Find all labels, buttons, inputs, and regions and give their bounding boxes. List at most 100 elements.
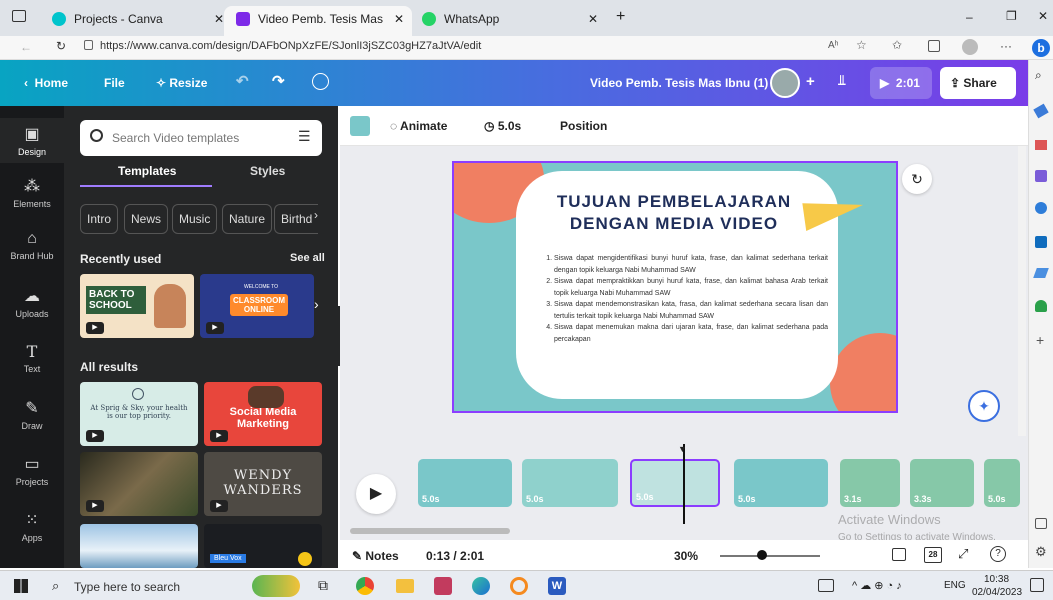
timeline-frame-selected[interactable]: 5.0s <box>630 459 720 507</box>
recent-template-classroom-online[interactable]: WELCOME TO CLASSROOM ONLINE ▶ <box>200 274 314 338</box>
close-window-button[interactable]: ✕ <box>1038 9 1048 23</box>
zoom-slider-knob[interactable] <box>757 550 767 560</box>
timeline-frame[interactable]: 3.1s <box>840 459 900 507</box>
fullscreen-icon[interactable]: ⤢ <box>958 546 968 562</box>
result-nature-portrait[interactable]: ▶ <box>80 452 198 516</box>
weather-frog-icon[interactable] <box>252 575 300 597</box>
timeline-frame[interactable]: 3.3s <box>910 459 974 507</box>
chip-nature[interactable]: Nature <box>222 204 273 234</box>
chip-birthday[interactable]: Birthd <box>274 204 319 234</box>
close-tab-icon[interactable]: ✕ <box>588 6 598 32</box>
add-collaborator-icon[interactable]: + <box>806 73 815 90</box>
office-icon[interactable] <box>1035 202 1047 214</box>
recent-template-back-to-school[interactable]: BACK TO SCHOOL ▶ <box>80 274 194 338</box>
keyboard-icon[interactable] <box>818 579 834 592</box>
games-icon[interactable] <box>1035 170 1047 182</box>
chips-next-icon[interactable]: › <box>314 208 318 222</box>
playhead[interactable] <box>683 444 685 524</box>
refresh-suggestion-icon[interactable]: ↻ <box>902 164 932 194</box>
word-icon[interactable]: W <box>548 577 566 595</box>
language-indicator[interactable]: ENG <box>944 580 966 591</box>
result-wendy-wanders[interactable]: WENDY WANDERS ▶ <box>204 452 322 516</box>
home-button[interactable]: ‹ Home <box>24 76 68 90</box>
vertical-scrollbar[interactable] <box>1018 146 1026 436</box>
filter-icon[interactable]: ☰ <box>298 128 311 145</box>
timeline-frame[interactable]: 5.0s <box>984 459 1020 507</box>
send-icon[interactable] <box>1033 268 1049 278</box>
play-button[interactable]: ▶ <box>356 474 396 514</box>
carousel-next-icon[interactable]: › <box>314 296 319 312</box>
tab-actions-icon[interactable] <box>12 10 26 22</box>
result-glacier[interactable] <box>80 524 198 568</box>
tray-icons[interactable]: ^ ☁ ⊕ ◔ ♪ <box>852 579 902 592</box>
search-icon[interactable]: ⌕ <box>1035 68 1042 83</box>
result-social-media[interactable]: Social Media Marketing ▶ <box>204 382 322 446</box>
search-app-icon[interactable] <box>510 577 528 595</box>
result-sprig-sky[interactable]: At Sprig & Sky, your health is our top p… <box>80 382 198 446</box>
collections-icon[interactable] <box>928 40 940 52</box>
notes-button[interactable]: ✎ Notes <box>352 549 399 563</box>
tab-templates[interactable]: Templates <box>118 164 176 178</box>
play-button[interactable]: ▶ 2:01 <box>870 67 932 99</box>
rail-uploads[interactable]: ☁ Uploads <box>0 286 64 319</box>
help-icon[interactable]: ? <box>990 546 1006 562</box>
shopping-icon[interactable] <box>1033 103 1049 119</box>
minimize-button[interactable]: – <box>966 10 973 24</box>
zoom-percent[interactable]: 30% <box>674 549 698 563</box>
rail-projects[interactable]: ▭ Projects <box>0 454 64 487</box>
redo-icon[interactable]: ↷ <box>272 72 285 90</box>
tab-whatsapp[interactable]: WhatsApp ✕ <box>410 6 606 36</box>
reload-icon[interactable]: ↻ <box>56 39 66 53</box>
notifications-icon[interactable] <box>1030 578 1044 592</box>
file-explorer-icon[interactable] <box>396 579 414 593</box>
search-input[interactable]: Search Video templates <box>112 131 239 145</box>
duration-button[interactable]: ◷ 5.0s <box>484 119 521 133</box>
close-tab-icon[interactable]: ✕ <box>214 6 224 32</box>
cloud-sync-icon[interactable] <box>312 73 329 90</box>
outlook-icon[interactable] <box>1035 236 1047 248</box>
add-sidebar-icon[interactable]: + <box>1036 332 1044 348</box>
maximize-button[interactable]: ❐ <box>1006 9 1017 23</box>
rail-design[interactable]: ▣ Design <box>0 118 64 163</box>
more-menu-icon[interactable]: ··· <box>1000 39 1012 53</box>
taskbar-search-input[interactable]: Type here to search <box>74 580 180 594</box>
back-icon[interactable]: ← <box>20 40 32 54</box>
sidebar-toggle-icon[interactable] <box>1035 518 1047 529</box>
timeline-scrollbar[interactable] <box>350 528 510 534</box>
animate-button[interactable]: ◌ Animate <box>390 119 447 133</box>
close-tab-icon[interactable]: ✕ <box>394 6 404 32</box>
tab-video[interactable]: Video Pemb. Tesis Mas Ibnu (1) - ✕ <box>224 6 412 52</box>
rail-draw[interactable]: ✎ Draw <box>0 398 64 431</box>
undo-icon[interactable]: ↶ <box>236 72 249 90</box>
timeline-frame[interactable]: 5.0s <box>734 459 828 507</box>
grid-view-icon[interactable] <box>892 548 906 561</box>
chip-intro[interactable]: Intro <box>80 204 119 234</box>
collaborator-avatar[interactable] <box>770 68 800 98</box>
tree-icon[interactable] <box>1035 300 1047 312</box>
slide-canvas[interactable]: TUJUAN PEMBELAJARAN DENGAN MEDIA VIDEO S… <box>452 161 898 413</box>
profile-avatar[interactable] <box>962 39 978 55</box>
file-menu[interactable]: File <box>104 76 125 90</box>
bing-icon[interactable]: b <box>1032 39 1050 57</box>
rail-elements[interactable]: ⁂ Elements <box>0 176 64 209</box>
resize-button[interactable]: ✧ Resize <box>156 76 207 90</box>
chrome-icon[interactable] <box>356 577 374 595</box>
task-view-icon[interactable]: ⧉ <box>318 577 328 594</box>
insights-icon[interactable]: ⫫ <box>838 72 846 89</box>
url-field[interactable]: https://www.canva.com/design/DAFbONpXzFE… <box>100 40 481 52</box>
result-bleu-vox[interactable]: Bleu Vox <box>204 524 322 568</box>
magic-assist-icon[interactable]: ✦ <box>968 390 1000 422</box>
page-count-badge[interactable]: 28 <box>924 547 942 563</box>
edge-icon[interactable] <box>472 577 490 595</box>
share-button[interactable]: ⇪ Share <box>940 67 1016 99</box>
favorites-icon[interactable]: ✩ <box>892 38 902 52</box>
tab-styles[interactable]: Styles <box>250 164 285 178</box>
favorite-icon[interactable]: ☆ <box>856 38 867 52</box>
zoom-slider[interactable] <box>720 555 820 557</box>
template-search[interactable]: Search Video templates ☰ <box>80 120 322 156</box>
timeline-frame[interactable]: 5.0s <box>418 459 512 507</box>
settings-icon[interactable]: ⚙ <box>1035 544 1047 560</box>
see-all-link[interactable]: See all <box>290 252 325 264</box>
tools-icon[interactable] <box>1035 140 1047 150</box>
clock-date[interactable]: 02/04/2023 <box>972 587 1022 598</box>
